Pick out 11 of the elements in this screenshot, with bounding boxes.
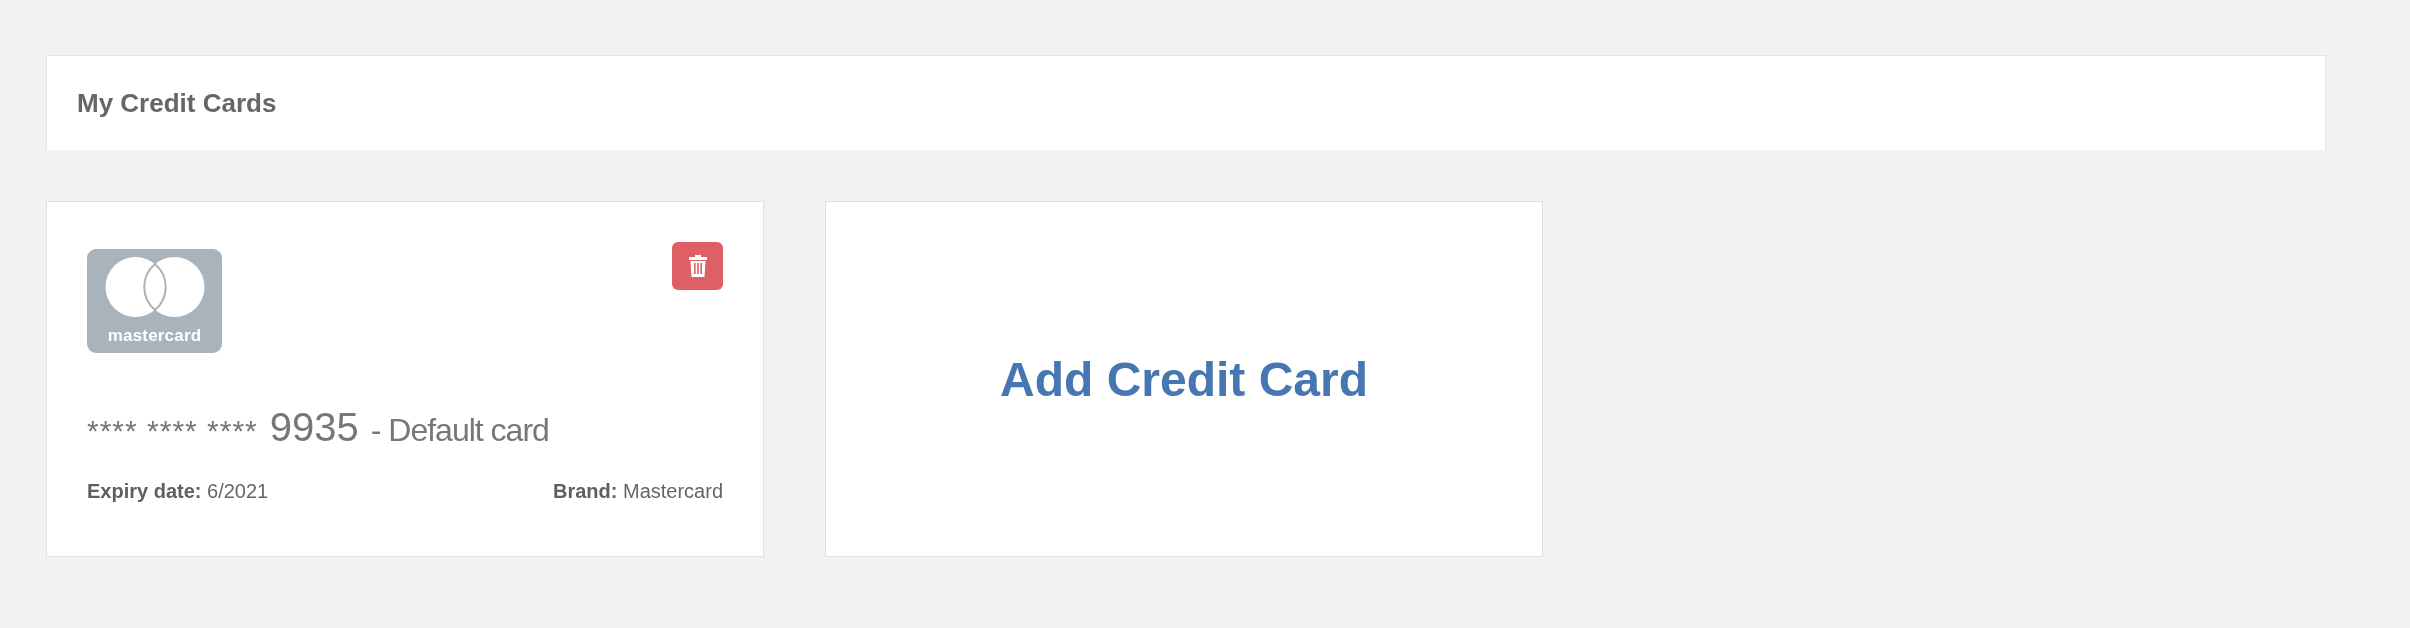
- trash-icon: [688, 255, 707, 277]
- delete-button[interactable]: [672, 242, 723, 290]
- card-last-digits: 9935: [269, 405, 359, 450]
- add-credit-card-button[interactable]: Add Credit Card: [825, 201, 1543, 557]
- masked-card-number: **** **** ****: [87, 414, 258, 448]
- overlapping-circles-icon: [104, 256, 205, 318]
- page-title: My Credit Cards: [77, 87, 277, 119]
- expiry-date: Expiry date: 6/2021: [87, 480, 269, 503]
- logo-text: mastercard: [107, 326, 202, 346]
- default-card-label: - Default card: [370, 412, 549, 449]
- card-brand: Brand: Mastercard: [552, 480, 723, 503]
